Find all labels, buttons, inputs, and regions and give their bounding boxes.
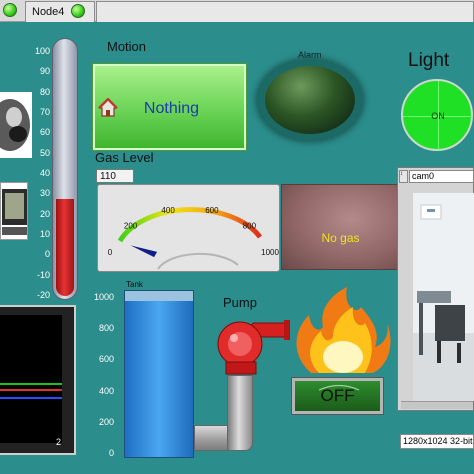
pump-icon[interactable]	[214, 318, 292, 378]
gas-gauge-tick-label: 400	[161, 206, 175, 215]
tank-tick-label: 400	[98, 385, 114, 396]
fire-icon	[291, 285, 393, 375]
camera-select-icon[interactable]: ↕	[399, 170, 408, 183]
graph-trace-red	[0, 389, 62, 391]
tank-scale: 1000 800 600 400 200 0	[92, 292, 120, 460]
motion-status-text: Nothing	[143, 100, 200, 117]
thermometer-tick-label: 0	[44, 249, 50, 260]
alarm-led-icon	[265, 66, 355, 134]
thermometer-tick-label: 30	[39, 188, 50, 199]
motion-status-button[interactable]: Nothing	[93, 64, 246, 150]
gas-gauge-tick-label: 1000	[261, 248, 279, 257]
thermometer-tick-label: 100	[34, 46, 50, 56]
camera-status: 1280x1024 32-bit	[400, 434, 474, 449]
status-led-icon	[3, 3, 17, 17]
thermometer-tick-label: -20	[36, 290, 50, 300]
pump-label: Pump	[223, 295, 257, 310]
thermometer	[52, 38, 78, 300]
camera-select[interactable]: cam0	[409, 170, 474, 183]
gas-status-panel: No gas	[281, 184, 398, 270]
thermometer-tick-label: 20	[39, 208, 50, 219]
tank-fill	[125, 301, 193, 457]
gas-gauge-dial: 0 200 400 600 800 1000	[108, 206, 279, 270]
gas-gauge-tick-label: 0	[108, 248, 113, 257]
thermometer-tick-label: 50	[39, 147, 50, 158]
alarm-indicator-bezel	[258, 60, 362, 140]
light-label: Light	[408, 50, 450, 71]
thermometer-tick-label: 90	[39, 66, 50, 77]
thermometer-scale: 100 90 80 70 60 50 40 30 20 10 0 -10 -20	[30, 42, 54, 300]
tank-tick-label: 200	[98, 416, 114, 427]
camera-feed	[413, 193, 474, 401]
tab-label: Node4	[32, 6, 65, 18]
tank-tick-label: 600	[98, 354, 114, 365]
sensor-image-2	[0, 182, 28, 240]
thermometer-tick-label: 70	[39, 107, 50, 117]
thermometer-tick-label: 40	[39, 168, 50, 178]
pipe-vertical	[227, 375, 253, 451]
thermometer-fill	[56, 199, 74, 296]
thermometer-tick-label: 10	[39, 229, 50, 239]
graph-plot-area	[0, 315, 62, 443]
graph-trace-green	[0, 383, 62, 385]
light-state-text: ON	[431, 111, 445, 121]
gas-gauge: 0 200 400 600 800 1000	[97, 184, 280, 272]
tab-empty	[96, 1, 474, 22]
graph-axis-label: 2	[56, 437, 62, 447]
graph-trace-blue	[0, 397, 62, 399]
gas-level-readout[interactable]: 110	[96, 169, 134, 183]
signal-graph: 2	[0, 305, 76, 455]
motion-label: Motion	[107, 39, 147, 54]
alarm-label: Alarm	[298, 50, 322, 60]
gas-gauge-needle	[130, 245, 158, 258]
tab-bar: Node4	[0, 0, 474, 22]
thermometer-tick-label: 60	[39, 127, 50, 138]
gas-status-text: No gas	[321, 231, 360, 245]
pump-toggle-button[interactable]: OFF	[291, 377, 384, 415]
tank	[124, 290, 194, 458]
camera-panel: ↕ cam0	[397, 167, 474, 411]
camera-scrollbar[interactable]	[401, 401, 473, 409]
gas-gauge-tick-label: 600	[205, 206, 219, 215]
tank-tick-label: 1000	[94, 292, 115, 302]
thermometer-tick-label: 80	[39, 86, 50, 97]
tank-tick-label: 0	[108, 448, 114, 458]
sensor-image-1	[0, 92, 32, 158]
gas-gauge-tick-label: 200	[124, 221, 138, 230]
tank-label: Tank	[126, 280, 143, 289]
pump-toggle-label: OFF	[320, 386, 355, 405]
thermometer-tick-label: -10	[36, 269, 50, 280]
tank-tick-label: 800	[98, 323, 114, 334]
gas-gauge-tick-label: 800	[243, 221, 257, 230]
gas-level-label: Gas Level	[95, 150, 154, 165]
tab-led-icon	[71, 4, 85, 18]
light-indicator[interactable]: ON	[401, 79, 473, 151]
